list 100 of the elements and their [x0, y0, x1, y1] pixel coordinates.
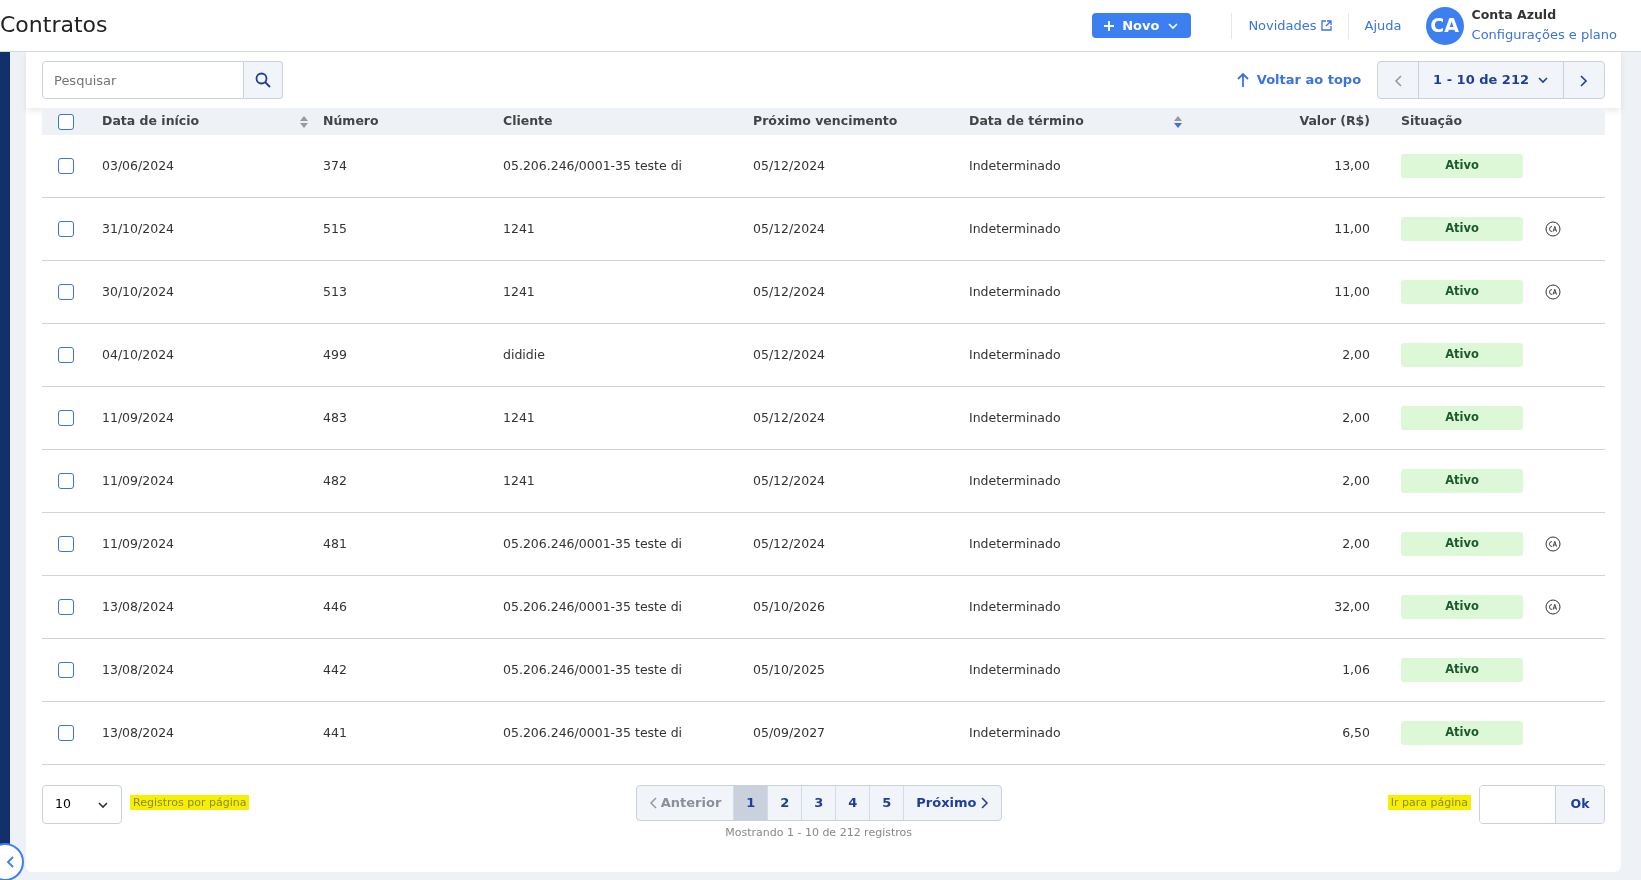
- page-button[interactable]: 2: [767, 786, 802, 820]
- table-cell: 515: [323, 220, 347, 236]
- new-button[interactable]: Novo: [1092, 12, 1192, 39]
- table-cell: 11/09/2024: [102, 472, 175, 488]
- header-link[interactable]: Ajuda: [1364, 15, 1402, 36]
- table-cell: 13/08/2024: [102, 724, 175, 740]
- chevron-left-icon: [6, 856, 14, 868]
- back-to-top-link[interactable]: Voltar ao topo: [1236, 70, 1362, 90]
- table-cell: 32,00: [1334, 598, 1370, 614]
- table-cell: 11/09/2024: [102, 409, 175, 425]
- account-name: Conta Azuld: [1471, 6, 1558, 25]
- column-header[interactable]: Data de término: [969, 112, 1084, 131]
- next-button[interactable]: Próximo: [903, 786, 1001, 820]
- search-icon: [255, 72, 271, 88]
- caret-icon: [1537, 74, 1549, 86]
- per-page-label: Registros por página: [130, 795, 250, 810]
- table-cell: 30/10/2024: [102, 283, 175, 299]
- row-checkbox[interactable]: [58, 221, 74, 237]
- table-cell: 05.206.246/0001-35 teste di: [503, 724, 683, 740]
- page-button[interactable]: 3: [801, 786, 836, 820]
- status-badge: Ativo: [1401, 217, 1523, 241]
- table-cell: Indeterminado: [969, 283, 1061, 299]
- status-badge: Ativo: [1401, 595, 1523, 619]
- column-header[interactable]: Situação: [1401, 113, 1463, 129]
- status-badge: Ativo: [1401, 469, 1523, 493]
- pagination-info: Mostrando 1 - 10 de 212 registros: [725, 825, 912, 841]
- table-cell: 05/10/2025: [753, 661, 826, 677]
- select-all-checkbox[interactable]: [58, 113, 74, 130]
- table-cell: 1,06: [1342, 661, 1370, 677]
- table-cell: 513: [323, 283, 347, 299]
- row-checkbox[interactable]: [58, 725, 74, 741]
- column-header[interactable]: Cliente: [503, 113, 553, 129]
- status-badge: Ativo: [1401, 343, 1523, 367]
- row-checkbox[interactable]: [58, 536, 74, 552]
- page-button[interactable]: 5: [869, 786, 904, 820]
- table-cell: Indeterminado: [969, 472, 1061, 488]
- table-cell: 1241: [503, 220, 535, 236]
- table-cell: 2,00: [1342, 535, 1370, 551]
- row-checkbox[interactable]: [58, 158, 74, 174]
- status-badge: Ativo: [1401, 721, 1523, 745]
- table-cell: 05/12/2024: [753, 220, 826, 236]
- page-button[interactable]: 4: [835, 786, 870, 820]
- table-cell: 05.206.246/0001-35 teste di: [503, 157, 683, 173]
- table-cell: 05/12/2024: [753, 346, 826, 362]
- status-badge: Ativo: [1401, 406, 1523, 430]
- table-cell: 13/08/2024: [102, 661, 175, 677]
- chevron-left-icon: [648, 797, 657, 809]
- status-badge: Ativo: [1401, 280, 1523, 304]
- account-avatar[interactable]: CA: [1425, 6, 1464, 45]
- column-header[interactable]: Próximo vencimento: [753, 113, 898, 129]
- chevron-right-icon: [1580, 74, 1588, 87]
- table-cell: 11/09/2024: [102, 535, 175, 551]
- plus-icon: [1104, 20, 1115, 31]
- header-link[interactable]: Novidades: [1248, 15, 1332, 36]
- column-header[interactable]: Valor (R$): [1299, 113, 1370, 129]
- table-cell: 05.206.246/0001-35 teste di: [503, 661, 683, 677]
- table-cell: Indeterminado: [969, 661, 1061, 677]
- table-cell: Indeterminado: [969, 724, 1061, 740]
- go-to-page-control[interactable]: Ok: [1479, 785, 1605, 824]
- sort-icon[interactable]: [1173, 114, 1183, 129]
- chevron-left-icon: [1394, 74, 1403, 87]
- table-cell: Indeterminado: [969, 346, 1061, 362]
- ok-button[interactable]: Ok: [1556, 786, 1604, 823]
- table-cell: Indeterminado: [969, 409, 1061, 425]
- per-page-dropdown[interactable]: 10: [42, 785, 122, 824]
- page-button[interactable]: 1: [733, 786, 768, 820]
- row-checkbox[interactable]: [58, 284, 74, 300]
- table-cell: 1241: [503, 472, 535, 488]
- table-cell: 374: [323, 157, 347, 173]
- status-badge: Ativo: [1401, 658, 1523, 682]
- table-cell: dididie: [503, 346, 545, 362]
- search-button[interactable]: [244, 61, 283, 99]
- table-cell: 05.206.246/0001-35 teste di: [503, 598, 683, 614]
- table-cell: 1241: [503, 283, 535, 299]
- table-cell: 482: [323, 472, 347, 488]
- table-cell: 05/10/2026: [753, 598, 826, 614]
- column-header[interactable]: Data de início: [102, 112, 200, 131]
- table-cell: 1241: [503, 409, 535, 425]
- status-badge: Ativo: [1401, 532, 1523, 556]
- row-checkbox[interactable]: [58, 662, 74, 678]
- settings-link[interactable]: Configurações e plano: [1471, 25, 1617, 45]
- table-cell: 11,00: [1334, 283, 1370, 299]
- status-badge: Ativo: [1401, 154, 1523, 178]
- column-header[interactable]: Número: [323, 113, 379, 129]
- row-checkbox[interactable]: [58, 347, 74, 363]
- sort-icon[interactable]: [299, 114, 309, 129]
- table-cell: 441: [323, 724, 347, 740]
- table-cell: 05.206.246/0001-35 teste di: [503, 535, 683, 551]
- table-cell: 13/08/2024: [102, 598, 175, 614]
- table-cell: 2,00: [1342, 409, 1370, 425]
- external-link-icon: [1320, 20, 1332, 31]
- table-cell: 499: [323, 346, 347, 362]
- table-cell: 483: [323, 409, 347, 425]
- row-checkbox[interactable]: [58, 599, 74, 615]
- row-checkbox[interactable]: [58, 473, 74, 489]
- search-field[interactable]: Pesquisar: [42, 61, 244, 99]
- table-cell: 05/12/2024: [753, 283, 826, 299]
- row-checkbox[interactable]: [58, 410, 74, 426]
- table-cell: 11,00: [1334, 220, 1370, 236]
- table-cell: 04/10/2024: [102, 346, 175, 362]
